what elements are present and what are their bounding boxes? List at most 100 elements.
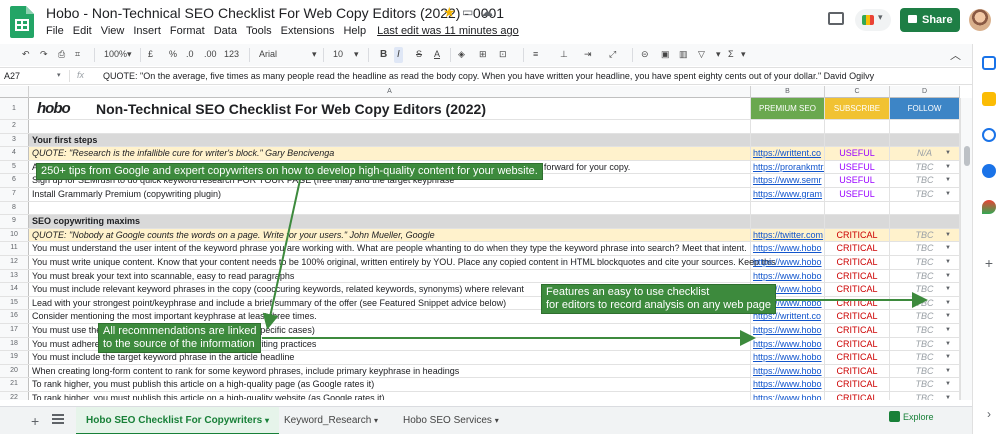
row-number[interactable]: 18 bbox=[0, 337, 29, 351]
decrease-decimal-button[interactable]: .0 bbox=[186, 49, 194, 59]
filter-icon[interactable]: ▽ bbox=[698, 49, 705, 60]
row-number[interactable]: 5 bbox=[0, 160, 29, 174]
cell-c-status[interactable] bbox=[825, 133, 890, 147]
cell-a[interactable] bbox=[29, 120, 751, 133]
document-title[interactable]: Hobo - Non-Technical SEO Checklist For W… bbox=[46, 5, 504, 21]
cell-c-status[interactable]: CRITICAL bbox=[825, 310, 890, 323]
font-select[interactable]: Arial bbox=[259, 49, 277, 59]
row-number[interactable]: 4 bbox=[0, 147, 29, 160]
row-number[interactable]: 20 bbox=[0, 364, 29, 378]
cell-b-link[interactable] bbox=[751, 201, 825, 215]
cell-d-status[interactable] bbox=[890, 215, 960, 228]
dropdown-arrow-icon[interactable]: ▼ bbox=[945, 310, 951, 323]
cell-c-status[interactable]: CRITICAL bbox=[825, 324, 890, 337]
subscribe-cell[interactable]: SUBSCRIBE bbox=[825, 98, 890, 119]
cell-c-status[interactable]: CRITICAL bbox=[825, 337, 890, 351]
tab-hobo-seo-services[interactable]: Hobo SEO Services ▾ bbox=[403, 407, 499, 434]
dropdown-arrow-icon[interactable]: ▼ bbox=[945, 365, 951, 378]
menu-insert[interactable]: Insert bbox=[133, 25, 161, 37]
number-format-select[interactable]: 123 bbox=[224, 49, 239, 59]
chevron-down-icon[interactable]: ▾ bbox=[312, 49, 317, 60]
row-number[interactable]: 7 bbox=[0, 188, 29, 201]
follow-cell[interactable]: FOLLOW bbox=[890, 98, 960, 119]
collapse-toolbar-icon[interactable]: ︿ bbox=[950, 47, 961, 63]
cell-c-status[interactable] bbox=[825, 120, 890, 133]
font-size-select[interactable]: 10 bbox=[333, 49, 343, 59]
chevron-down-icon[interactable]: ▾ bbox=[127, 49, 132, 60]
move-folder-icon[interactable]: ▭ bbox=[462, 5, 473, 19]
tab-keyword-research[interactable]: Keyword_Research ▾ bbox=[284, 407, 378, 434]
cell-c-status[interactable]: USEFUL bbox=[825, 188, 890, 201]
cell-b-link[interactable]: https://www.hobo bbox=[751, 269, 825, 283]
horizontal-align-icon[interactable]: ≡ bbox=[533, 49, 538, 59]
cell-c-status[interactable]: USEFUL bbox=[825, 174, 890, 187]
cell-a[interactable]: QUOTE: "Research is the infallible cure … bbox=[29, 147, 751, 160]
menu-extensions[interactable]: Extensions bbox=[281, 25, 335, 37]
cell-b-link[interactable]: https://www.hobo bbox=[751, 378, 825, 391]
cell-a[interactable]: You must write unique content. Know that… bbox=[29, 256, 776, 269]
row-number[interactable]: 6 bbox=[0, 174, 29, 187]
cell-d-status[interactable] bbox=[890, 120, 960, 133]
cell-b-link[interactable]: https://www.gram bbox=[751, 188, 825, 201]
cell-c-status[interactable]: USEFUL bbox=[825, 147, 890, 160]
cell-d-status[interactable]: TBC ▼ bbox=[890, 242, 960, 255]
cell-c-status[interactable] bbox=[825, 215, 890, 228]
dropdown-arrow-icon[interactable]: ▼ bbox=[945, 229, 951, 242]
explore-button[interactable]: Explore bbox=[889, 411, 934, 422]
cell-d-status[interactable]: TBC ▼ bbox=[890, 310, 960, 323]
cell-b-link[interactable]: https://prorankmtra bbox=[751, 160, 825, 174]
cell-c-status[interactable]: CRITICAL bbox=[825, 283, 890, 296]
meet-button[interactable]: ▾ bbox=[855, 9, 891, 31]
chevron-down-icon[interactable]: ▾ bbox=[741, 49, 746, 60]
premium-seo-cell[interactable]: PREMIUM SEO bbox=[751, 98, 825, 119]
cell-a[interactable] bbox=[29, 201, 751, 215]
cell-b-link[interactable]: https://twitter.com bbox=[751, 228, 825, 242]
cell-c-status[interactable]: CRITICAL bbox=[825, 242, 890, 255]
row-number[interactable]: 12 bbox=[0, 256, 29, 269]
cell-a[interactable]: QUOTE: "Nobody at Google counts the word… bbox=[29, 228, 751, 242]
row-number[interactable]: 10 bbox=[0, 228, 29, 242]
cell-c-status[interactable]: CRITICAL bbox=[825, 256, 890, 269]
cell-b-link[interactable]: https://www.hobo bbox=[751, 256, 825, 269]
last-edit-link[interactable]: Last edit was 11 minutes ago bbox=[377, 25, 519, 37]
cell-d-status[interactable]: TBC ▼ bbox=[890, 228, 960, 242]
cell-a[interactable]: To rank higher, you must publish this ar… bbox=[29, 392, 751, 400]
chevron-down-icon[interactable]: ▾ bbox=[354, 49, 359, 60]
cell-a[interactable]: To rank higher, you must publish this ar… bbox=[29, 378, 751, 391]
strikethrough-button[interactable]: S bbox=[416, 49, 422, 59]
add-addon-icon[interactable]: + bbox=[982, 256, 996, 270]
menu-data[interactable]: Data bbox=[214, 25, 237, 37]
print-icon[interactable]: ⎙ bbox=[58, 49, 65, 60]
tasks-icon[interactable] bbox=[982, 128, 996, 142]
cell-b-link[interactable]: https://www.hobo bbox=[751, 351, 825, 364]
row-number[interactable]: 14 bbox=[0, 283, 29, 296]
cell-d-status[interactable]: TBC ▼ bbox=[890, 256, 960, 269]
dropdown-arrow-icon[interactable]: ▼ bbox=[945, 338, 951, 351]
cell-c-status[interactable]: CRITICAL bbox=[825, 296, 890, 310]
column-header-a[interactable]: A bbox=[29, 86, 751, 98]
cell-c-status[interactable]: CRITICAL bbox=[825, 392, 890, 400]
currency-button[interactable]: £ bbox=[148, 49, 153, 59]
cell-d-status[interactable]: TBC ▼ bbox=[890, 296, 960, 310]
chevron-down-icon[interactable]: ▾ bbox=[57, 71, 61, 79]
cell-c-status[interactable]: CRITICAL bbox=[825, 228, 890, 242]
sheet-title-cell[interactable]: hobo Non-Technical SEO Checklist For Web… bbox=[29, 98, 751, 119]
percent-button[interactable]: % bbox=[169, 49, 177, 59]
maps-icon[interactable] bbox=[982, 200, 996, 214]
cell-b-link[interactable] bbox=[751, 133, 825, 147]
dropdown-arrow-icon[interactable]: ▼ bbox=[945, 392, 951, 400]
cell-a[interactable]: Install Grammarly Premium (copywriting p… bbox=[29, 188, 751, 201]
bold-button[interactable]: B bbox=[380, 49, 387, 60]
cell-d-status[interactable]: TBC ▼ bbox=[890, 269, 960, 283]
menu-tools[interactable]: Tools bbox=[246, 25, 272, 37]
star-icon[interactable]: ★ bbox=[443, 4, 456, 21]
dropdown-arrow-icon[interactable]: ▼ bbox=[945, 188, 951, 201]
cell-d-status[interactable]: N/A ▼ bbox=[890, 147, 960, 160]
cell-b-link[interactable]: https://www.hobo bbox=[751, 324, 825, 337]
sheets-logo-icon[interactable] bbox=[10, 6, 34, 38]
row-number[interactable]: 11 bbox=[0, 242, 29, 255]
cloud-status-icon[interactable]: ☁ bbox=[481, 5, 493, 19]
chevron-right-icon[interactable]: › bbox=[982, 407, 996, 421]
cell-b-link[interactable] bbox=[751, 215, 825, 228]
cell-a[interactable]: When creating long-form content to rank … bbox=[29, 364, 751, 378]
